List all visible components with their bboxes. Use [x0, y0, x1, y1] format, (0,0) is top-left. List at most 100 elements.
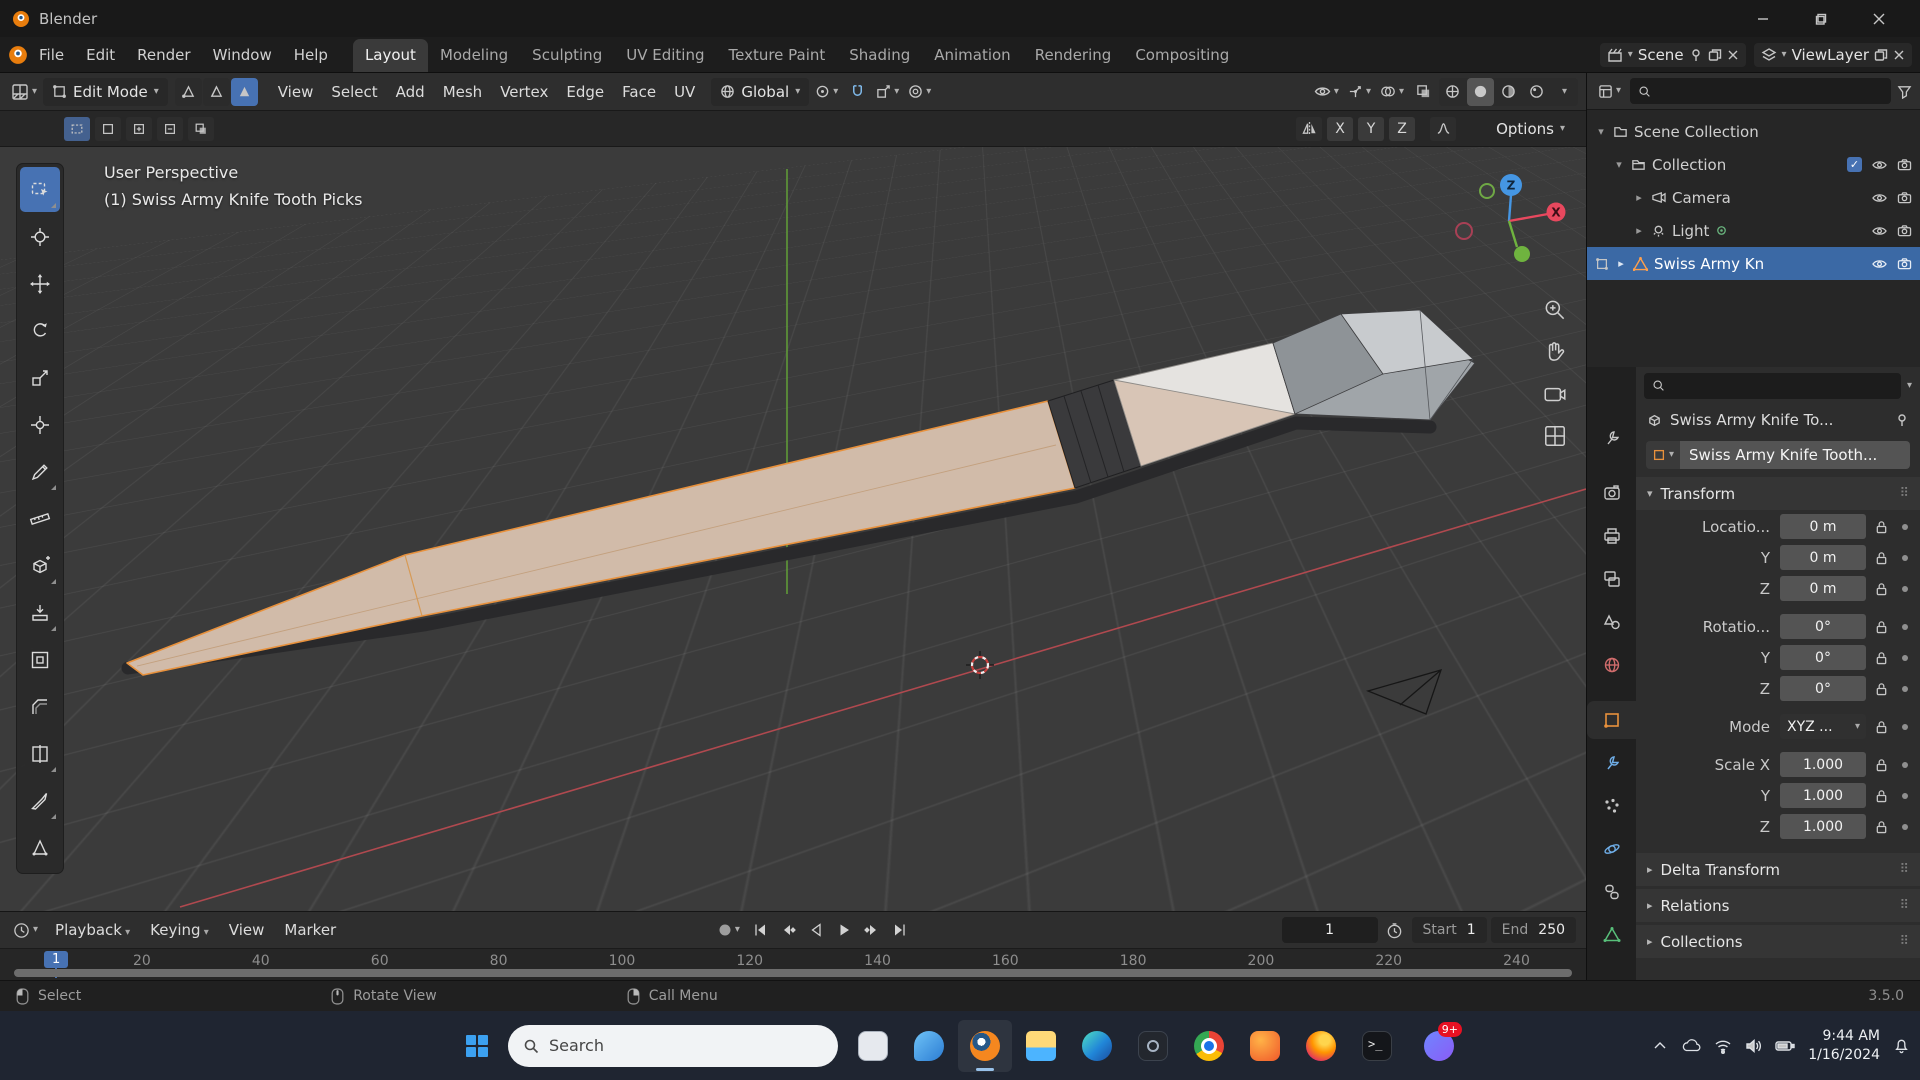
tab-world[interactable] [1587, 646, 1636, 684]
viewport-menu-item[interactable]: Vertex [491, 78, 557, 106]
view-layer-selector[interactable]: ▾ ViewLayer [1754, 43, 1912, 67]
transform-value-field[interactable]: 0 m [1780, 545, 1866, 570]
tool-select-box[interactable] [20, 167, 60, 212]
visibility-dropdown[interactable]: ▾ [1311, 78, 1342, 106]
pan-hand-icon[interactable] [1542, 339, 1568, 365]
transform-value-field[interactable]: 0° [1780, 645, 1866, 670]
outliner-item-label[interactable]: Camera [1672, 189, 1731, 207]
object-browse-button[interactable]: ▾ [1646, 441, 1680, 469]
taskbar-app-icon[interactable] [1350, 1020, 1404, 1072]
unlink-icon[interactable] [1727, 49, 1739, 61]
gizmo-y-ball[interactable] [1514, 246, 1530, 262]
workspace-tab[interactable]: Modeling [428, 39, 520, 72]
blender-menu-icon[interactable] [8, 45, 28, 65]
menu-item[interactable]: Help [283, 41, 339, 69]
pin-icon[interactable] [1689, 48, 1703, 62]
taskbar-app-icon[interactable] [846, 1020, 900, 1072]
play-reverse-button[interactable] [803, 918, 829, 942]
tool-move[interactable] [20, 261, 60, 306]
prev-keyframe-button[interactable] [775, 918, 801, 942]
workspace-tab[interactable]: Animation [922, 39, 1022, 72]
hide-eye-icon[interactable] [1871, 224, 1888, 238]
transform-orientation-dropdown[interactable]: Global ▾ [711, 78, 809, 106]
render-camera-icon[interactable] [1897, 158, 1912, 171]
workspace-tab[interactable]: UV Editing [614, 39, 716, 72]
tab-constraints[interactable] [1587, 873, 1636, 911]
gizmos-dropdown[interactable]: ▾ [1345, 78, 1374, 106]
taskbar-app-icon[interactable] [902, 1020, 956, 1072]
taskbar-app-icon[interactable] [958, 1020, 1012, 1072]
outliner-display-mode-button[interactable]: ▾ [1595, 77, 1624, 105]
onedrive-cloud-icon[interactable] [1681, 1038, 1701, 1054]
object-name-field[interactable]: Swiss Army Knife Tooth... [1680, 441, 1910, 469]
transform-value-field[interactable]: XYZ ... [1780, 714, 1866, 739]
taskbar-app-icon[interactable] [1294, 1020, 1348, 1072]
lock-button[interactable] [1866, 620, 1896, 634]
outliner-item-label[interactable]: Collection [1652, 156, 1726, 174]
transform-value-field[interactable]: 0 m [1780, 514, 1866, 539]
properties-search-input[interactable] [1644, 373, 1901, 399]
tab-object-data[interactable] [1587, 916, 1636, 954]
preview-range-button[interactable] [1382, 916, 1408, 944]
animate-dot-button[interactable] [1896, 655, 1914, 661]
transform-value-field[interactable]: 1.000 [1780, 783, 1866, 808]
face-select-button[interactable] [231, 78, 258, 106]
select-mode-extend-button[interactable] [126, 117, 152, 141]
editor-type-button[interactable]: ▾ [8, 78, 40, 106]
taskbar-app-icon[interactable] [1070, 1020, 1124, 1072]
ortho-grid-icon[interactable] [1542, 423, 1568, 449]
animate-dot-button[interactable] [1896, 624, 1914, 630]
tab-scene[interactable] [1587, 603, 1636, 641]
camera-view-icon[interactable] [1542, 381, 1568, 407]
drag-handle-icon[interactable]: ⠿ [1899, 898, 1909, 913]
tool-add-cube[interactable] [20, 543, 60, 588]
taskbar-app-icon[interactable] [1182, 1020, 1236, 1072]
select-mode-invert-button[interactable] [188, 117, 214, 141]
taskbar-app-icon[interactable] [1014, 1020, 1068, 1072]
animate-dot-button[interactable] [1896, 524, 1914, 530]
lock-button[interactable] [1866, 582, 1896, 596]
new-copy-icon[interactable] [1874, 48, 1888, 62]
workspace-tab[interactable]: Texture Paint [716, 39, 837, 72]
relations-section[interactable]: ▸ Relations ⠿ [1636, 889, 1920, 922]
taskbar-mail-icon[interactable]: 9+ [1412, 1020, 1466, 1072]
solid-shading-button[interactable] [1467, 78, 1494, 106]
xray-toggle-button[interactable] [1410, 78, 1436, 106]
start-button[interactable] [454, 1023, 500, 1069]
new-copy-icon[interactable] [1708, 48, 1722, 62]
lock-button[interactable] [1866, 758, 1896, 772]
collections-section[interactable]: ▸ Collections ⠿ [1636, 925, 1920, 958]
animate-dot-button[interactable] [1896, 724, 1914, 730]
lock-button[interactable] [1866, 789, 1896, 803]
timeline-menu-item[interactable]: Playback [45, 916, 140, 944]
disclosure-icon[interactable]: ▸ [1633, 224, 1645, 237]
workspace-tab[interactable]: Compositing [1123, 39, 1241, 72]
minimize-button[interactable] [1734, 0, 1792, 37]
tab-particles[interactable] [1587, 787, 1636, 825]
render-camera-icon[interactable] [1897, 224, 1912, 237]
tab-view-layer[interactable] [1587, 560, 1636, 598]
scene-selector[interactable]: ▾ Scene [1600, 43, 1746, 67]
disclosure-icon[interactable]: ▸ [1615, 257, 1627, 270]
mirror-x-toggle[interactable]: X [1327, 117, 1353, 141]
delta-transform-section[interactable]: ▸ Delta Transform ⠿ [1636, 853, 1920, 886]
transform-section-header[interactable]: ▾ Transform ⠿ [1636, 477, 1920, 510]
drag-handle-icon[interactable]: ⠿ [1899, 934, 1909, 949]
hide-eye-icon[interactable] [1871, 158, 1888, 172]
navigation-gizmo[interactable]: Z X [1449, 161, 1569, 281]
outliner-item-label[interactable]: Swiss Army Kn [1654, 255, 1764, 273]
timeline-menu-item[interactable]: View [219, 916, 275, 944]
tab-output[interactable] [1587, 517, 1636, 555]
transform-value-field[interactable]: 0° [1780, 676, 1866, 701]
taskbar-search-input[interactable]: Search [508, 1025, 838, 1067]
mirror-z-toggle[interactable]: Z [1389, 117, 1415, 141]
menu-item[interactable]: Render [126, 41, 201, 69]
viewport-menu-item[interactable]: Mesh [434, 78, 492, 106]
lock-button[interactable] [1866, 551, 1896, 565]
jump-to-start-button[interactable] [747, 918, 773, 942]
mode-dropdown[interactable]: Edit Mode ▾ [43, 78, 168, 106]
filter-icon[interactable] [1897, 84, 1912, 99]
disclosure-icon[interactable]: ▸ [1633, 191, 1645, 204]
tab-physics[interactable] [1587, 830, 1636, 868]
workspace-tab[interactable]: Shading [837, 39, 922, 72]
